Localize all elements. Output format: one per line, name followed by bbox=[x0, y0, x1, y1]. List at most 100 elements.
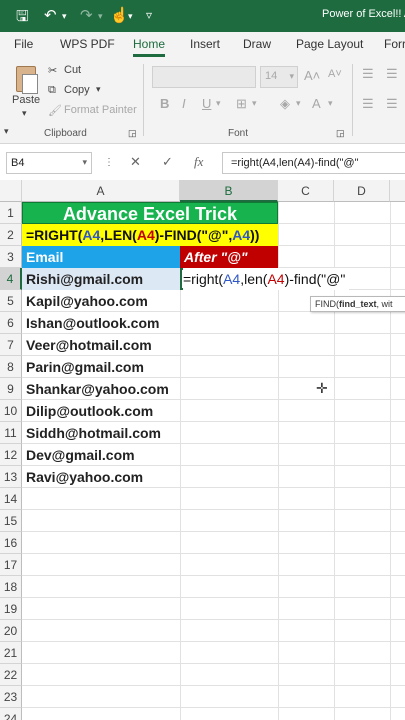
touch-dropdown-icon[interactable]: ▾ bbox=[128, 11, 133, 22]
row-header[interactable]: 13 bbox=[0, 466, 22, 488]
align-center-icon[interactable]: ☰ bbox=[386, 96, 398, 112]
tab-insert[interactable]: Insert bbox=[190, 37, 220, 51]
row-header[interactable]: 8 bbox=[0, 356, 22, 378]
select-all-corner[interactable] bbox=[0, 180, 22, 202]
align-middle-icon[interactable]: ☰ bbox=[386, 66, 398, 82]
row-header[interactable]: 2 bbox=[0, 224, 22, 246]
insert-function-icon[interactable]: fx bbox=[194, 154, 203, 170]
copy-icon[interactable]: ⧉ bbox=[48, 84, 56, 97]
paste-dropdown-icon[interactable]: ▾ bbox=[22, 108, 27, 119]
row-header[interactable]: 11 bbox=[0, 422, 22, 444]
touch-mode-icon[interactable]: ☝ bbox=[110, 6, 129, 24]
row-header[interactable]: 16 bbox=[0, 532, 22, 554]
format-painter-label[interactable]: Format Painter bbox=[64, 104, 137, 116]
row-header[interactable]: 23 bbox=[0, 686, 22, 708]
cancel-icon[interactable]: ✕ bbox=[130, 154, 141, 170]
row-header[interactable]: 3 bbox=[0, 246, 22, 268]
email-header-cell[interactable]: Email bbox=[22, 246, 180, 268]
tab-formulas[interactable]: Forr bbox=[384, 37, 405, 51]
fill-dropdown-icon[interactable]: ▾ bbox=[296, 98, 301, 109]
row-header[interactable]: 17 bbox=[0, 554, 22, 576]
cut-label[interactable]: Cut bbox=[64, 64, 81, 76]
row-header[interactable]: 18 bbox=[0, 576, 22, 598]
email-cell[interactable]: Parin@gmail.com bbox=[26, 356, 144, 378]
align-top-icon[interactable]: ☰ bbox=[362, 66, 374, 82]
tab-page-layout[interactable]: Page Layout bbox=[296, 37, 363, 51]
undo-dropdown-icon[interactable]: ▾ bbox=[62, 11, 67, 22]
cell-edit-text[interactable]: =right(A4,len(A4)-find("@" bbox=[183, 268, 350, 290]
fill-color-icon[interactable]: ◈ bbox=[280, 96, 290, 112]
row-header[interactable]: 22 bbox=[0, 664, 22, 686]
email-cell[interactable]: Veer@hotmail.com bbox=[26, 334, 152, 356]
email-cell[interactable]: Ravi@yahoo.com bbox=[26, 466, 143, 488]
align-left-icon[interactable]: ☰ bbox=[362, 96, 374, 112]
column-header-a[interactable]: A bbox=[22, 180, 180, 202]
save-icon[interactable]: 🖫 bbox=[16, 6, 29, 31]
row-header[interactable]: 24 bbox=[0, 708, 22, 720]
email-cell[interactable]: Dilip@outlook.com bbox=[26, 400, 153, 422]
copy-label[interactable]: Copy bbox=[64, 84, 90, 96]
borders-dropdown-icon[interactable]: ▾ bbox=[252, 98, 257, 109]
column-header-c[interactable]: C bbox=[278, 180, 334, 202]
row-header[interactable]: 4 bbox=[0, 268, 22, 290]
cut-icon[interactable]: ✂ bbox=[48, 64, 57, 77]
row-header[interactable]: 19 bbox=[0, 598, 22, 620]
redo-icon[interactable]: ↷ bbox=[80, 6, 93, 24]
row-header[interactable]: 7 bbox=[0, 334, 22, 356]
row-header[interactable]: 20 bbox=[0, 620, 22, 642]
bold-icon[interactable]: B bbox=[160, 96, 169, 111]
row-header[interactable]: 12 bbox=[0, 444, 22, 466]
customize-icon[interactable]: ▿ bbox=[146, 8, 152, 22]
row-header[interactable]: 10 bbox=[0, 400, 22, 422]
font-color-icon[interactable]: A bbox=[312, 96, 321, 111]
title-bar: 🖫 ↶ ▾ ↷ ▾ ☝ ▾ ▿ Power of Excel!! A bbox=[0, 0, 405, 32]
paste-icon[interactable] bbox=[14, 64, 38, 94]
email-cell[interactable]: Siddh@hotmail.com bbox=[26, 422, 161, 444]
tab-wps-pdf[interactable]: WPS PDF bbox=[60, 37, 115, 51]
enter-icon[interactable]: ✓ bbox=[162, 154, 173, 170]
decrease-font-icon[interactable]: A˅ bbox=[328, 68, 342, 80]
email-cell[interactable]: Rishi@gmail.com bbox=[26, 268, 143, 290]
font-color-dropdown-icon[interactable]: ▾ bbox=[328, 98, 333, 109]
font-name-select[interactable] bbox=[152, 66, 256, 88]
copy-dropdown-icon[interactable]: ▾ bbox=[96, 84, 101, 95]
row-header[interactable]: 1 bbox=[0, 202, 22, 224]
redo-dropdown-icon[interactable]: ▾ bbox=[98, 11, 103, 22]
email-cell[interactable]: Shankar@yahoo.com bbox=[26, 378, 169, 400]
tooltip-fn: FIND( bbox=[315, 299, 339, 309]
paste-label[interactable]: Paste bbox=[12, 94, 40, 106]
tab-draw[interactable]: Draw bbox=[243, 37, 271, 51]
underline-icon[interactable]: U bbox=[202, 96, 211, 111]
email-cell[interactable]: Kapil@yahoo.com bbox=[26, 290, 148, 312]
format-painter-icon[interactable]: 🖌 bbox=[48, 104, 62, 117]
formula-text: =RIGHT( bbox=[26, 227, 83, 243]
dialog-launcher-icon[interactable]: ◲ bbox=[128, 128, 137, 139]
name-box[interactable]: B4 ▾ bbox=[6, 152, 92, 174]
undo-icon[interactable]: ↶ bbox=[44, 6, 57, 24]
font-dialog-launcher-icon[interactable]: ◲ bbox=[336, 128, 345, 139]
row-header[interactable]: 6 bbox=[0, 312, 22, 334]
email-cell[interactable]: Dev@gmail.com bbox=[26, 444, 135, 466]
row-header[interactable]: 9 bbox=[0, 378, 22, 400]
more-icon[interactable]: ⋮ bbox=[104, 157, 114, 168]
row-header[interactable]: 14 bbox=[0, 488, 22, 510]
row-header[interactable]: 21 bbox=[0, 642, 22, 664]
italic-icon[interactable]: I bbox=[182, 96, 186, 111]
column-header-d[interactable]: D bbox=[334, 180, 390, 202]
borders-icon[interactable]: ⊞ bbox=[236, 96, 247, 112]
row-header[interactable]: 15 bbox=[0, 510, 22, 532]
tab-home[interactable]: Home bbox=[133, 37, 166, 57]
formula-display-cell[interactable]: =RIGHT(A4,LEN(A4)-FIND("@",A4)) bbox=[22, 224, 278, 246]
formula-input[interactable]: =right(A4,len(A4)-find("@" bbox=[222, 152, 405, 174]
after-header-cell[interactable]: After "@" bbox=[180, 246, 278, 268]
increase-font-icon[interactable]: A˄ bbox=[304, 68, 320, 83]
ribbon-dropdown-icon[interactable]: ▾ bbox=[4, 126, 9, 137]
tab-file[interactable]: File bbox=[14, 37, 33, 51]
column-header-e[interactable] bbox=[390, 180, 405, 202]
font-size-select[interactable]: 14 ▾ bbox=[260, 66, 298, 88]
underline-dropdown-icon[interactable]: ▾ bbox=[216, 98, 221, 109]
column-header-b[interactable]: B bbox=[180, 180, 278, 202]
email-cell[interactable]: Ishan@outlook.com bbox=[26, 312, 159, 334]
row-header[interactable]: 5 bbox=[0, 290, 22, 312]
title-cell[interactable]: Advance Excel Trick bbox=[22, 202, 278, 224]
